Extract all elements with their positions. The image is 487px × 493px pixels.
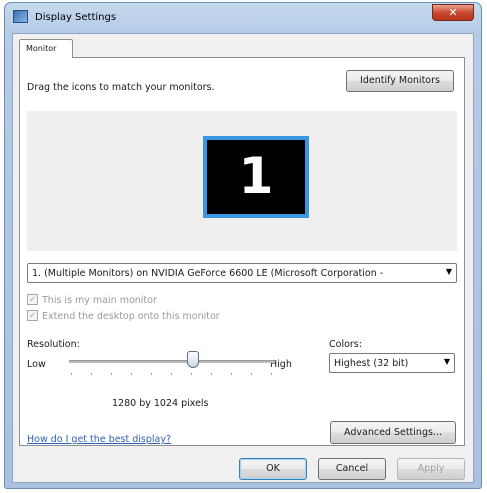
cancel-button[interactable]: Cancel <box>318 458 386 480</box>
ok-button[interactable]: OK <box>239 458 307 480</box>
help-link[interactable]: How do I get the best display? <box>27 434 171 445</box>
display-settings-window: Display Settings ✕ Monitor Drag the icon… <box>4 2 482 489</box>
colors-select-value: Highest (32 bit) <box>334 358 409 369</box>
apply-button[interactable]: Apply <box>397 458 465 480</box>
main-monitor-label: This is my main monitor <box>42 295 157 306</box>
identify-monitors-button[interactable]: Identify Monitors <box>346 70 454 92</box>
instruction-text: Drag the icons to match your monitors. <box>27 82 215 93</box>
chevron-down-icon: ▼ <box>443 357 450 366</box>
colors-label: Colors: <box>329 339 362 350</box>
close-icon: ✕ <box>448 6 458 19</box>
main-monitor-checkbox[interactable]: ✓ This is my main monitor <box>27 294 157 306</box>
extend-desktop-checkbox[interactable]: ✓ Extend the desktop onto this monitor <box>27 310 220 322</box>
window-title: Display Settings <box>35 12 117 23</box>
resolution-label: Resolution: <box>27 339 80 350</box>
resolution-value: 1280 by 1024 pixels <box>112 398 209 409</box>
title-bar[interactable]: Display Settings ✕ <box>5 3 481 33</box>
checkbox-icon: ✓ <box>27 310 38 321</box>
monitor-arrangement-area: 1 <box>27 111 457 251</box>
advanced-settings-button[interactable]: Advanced Settings... <box>330 421 456 444</box>
chevron-down-icon: ▼ <box>445 267 452 276</box>
checkbox-icon: ✓ <box>27 294 38 305</box>
monitor-tab-panel: Drag the icons to match your monitors. I… <box>19 57 465 446</box>
slider-thumb[interactable] <box>187 351 199 368</box>
dialog-client-area: Monitor Drag the icons to match your mon… <box>12 33 474 483</box>
display-settings-icon <box>13 10 28 23</box>
tab-monitor[interactable]: Monitor <box>19 39 73 58</box>
slider-track[interactable] <box>69 360 275 363</box>
resolution-low-label: Low <box>27 359 46 370</box>
monitor-select-value: 1. (Multiple Monitors) on NVIDIA GeForce… <box>32 268 384 279</box>
monitor-1-icon[interactable]: 1 <box>203 136 309 218</box>
slider-ticks <box>71 373 277 376</box>
close-button[interactable]: ✕ <box>432 4 474 21</box>
extend-desktop-label: Extend the desktop onto this monitor <box>42 311 220 322</box>
monitor-select[interactable]: 1. (Multiple Monitors) on NVIDIA GeForce… <box>27 263 457 283</box>
colors-select[interactable]: Highest (32 bit) ▼ <box>329 353 455 373</box>
